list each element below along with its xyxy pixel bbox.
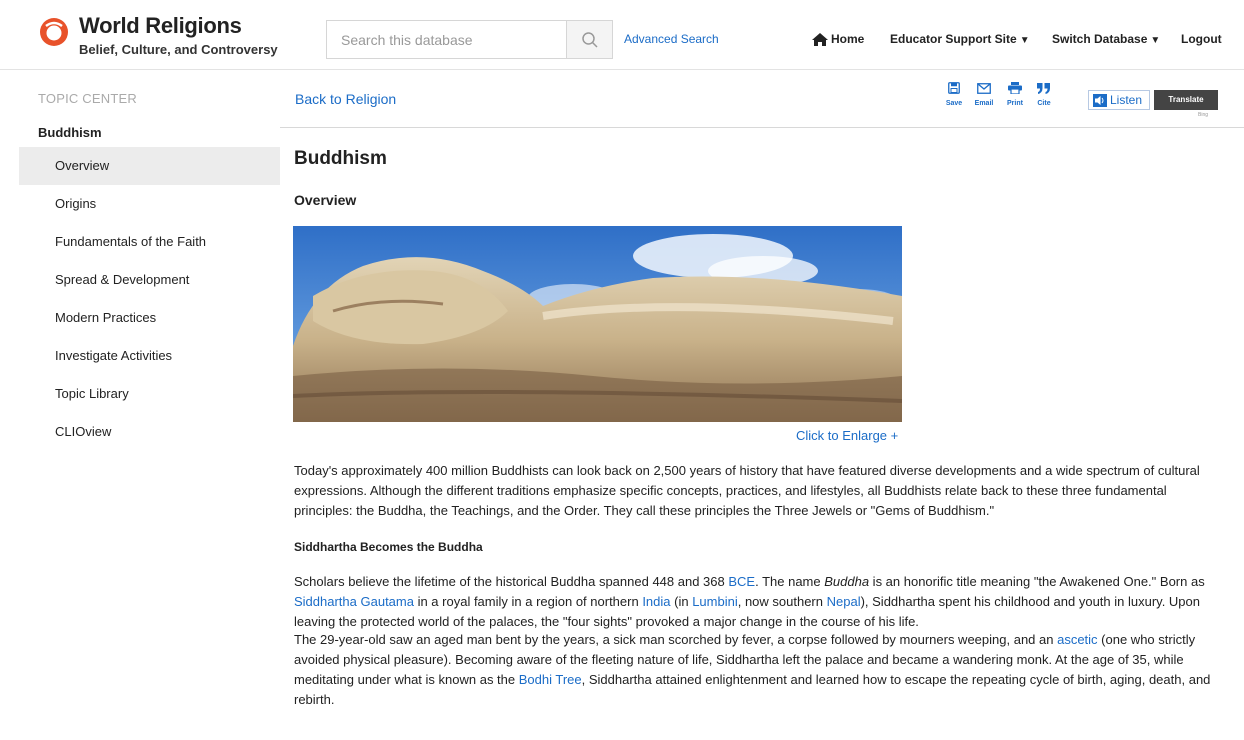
sidebar-item-overview[interactable]: Overview xyxy=(19,147,280,185)
sidebar-heading[interactable]: Buddhism xyxy=(38,125,102,140)
sidebar-item-fundamentals[interactable]: Fundamentals of the Faith xyxy=(19,223,280,261)
nav-logout-link[interactable]: Logout xyxy=(1181,32,1222,46)
siddhartha-paragraph: Scholars believe the lifetime of the his… xyxy=(294,572,1224,632)
link-siddhartha-gautama[interactable]: Siddhartha Gautama xyxy=(294,594,414,609)
link-ascetic[interactable]: ascetic xyxy=(1057,632,1097,647)
translate-button[interactable]: Translate xyxy=(1154,90,1218,110)
page-title: Buddhism xyxy=(294,148,387,169)
topic-center-label: TOPIC CENTER xyxy=(38,91,137,106)
section-title: Overview xyxy=(294,192,357,208)
caret-down-icon: ▼ xyxy=(1019,35,1030,46)
buddha-emphasis: Buddha xyxy=(824,574,870,589)
sidebar-item-spread-development[interactable]: Spread & Development xyxy=(19,261,280,299)
sidebar-item-modern-practices[interactable]: Modern Practices xyxy=(19,299,280,337)
article-toolbar: Back to Religion Save Email Print Cite L… xyxy=(280,70,1244,128)
back-to-religion-link[interactable]: Back to Religion xyxy=(295,91,396,107)
sidebar-item-clioview[interactable]: CLIOview xyxy=(19,413,280,451)
email-button[interactable]: Email xyxy=(971,81,997,107)
nav-home-link[interactable]: Home xyxy=(812,32,864,46)
home-icon xyxy=(812,32,828,46)
topic-sidebar: TOPIC CENTER Buddhism Overview Origins F… xyxy=(0,70,280,740)
text-span: . The name xyxy=(755,574,825,589)
abc-clio-logo-icon[interactable] xyxy=(38,16,70,48)
email-label: Email xyxy=(974,100,994,107)
print-button[interactable]: Print xyxy=(1002,81,1028,107)
nav-educator-support-dropdown[interactable]: Educator Support Site ▼ xyxy=(890,32,1030,46)
text-span: Scholars believe the lifetime of the his… xyxy=(294,574,729,589)
save-label: Save xyxy=(945,100,963,107)
nav-home-label: Home xyxy=(831,32,865,46)
nav-switch-label: Switch Database xyxy=(1052,32,1148,46)
sidebar-item-topic-library[interactable]: Topic Library xyxy=(19,375,280,413)
save-button[interactable]: Save xyxy=(941,81,967,107)
text-span: , now southern xyxy=(737,594,827,609)
text-span: is an honorific title meaning "the Awake… xyxy=(869,574,1205,589)
link-nepal[interactable]: Nepal xyxy=(827,594,861,609)
text-span: The 29-year-old saw an aged man bent by … xyxy=(294,632,1058,647)
click-to-enlarge-link[interactable]: Click to Enlarge + xyxy=(796,428,898,443)
print-label: Print xyxy=(1007,100,1023,107)
advanced-search-link[interactable]: Advanced Search xyxy=(624,32,719,46)
sidebar-item-origins[interactable]: Origins xyxy=(19,185,280,223)
search-icon xyxy=(581,31,598,48)
text-span: in a royal family in a region of norther… xyxy=(413,594,643,609)
quote-icon xyxy=(1037,83,1050,94)
search-button[interactable] xyxy=(566,20,613,59)
text-span: (in xyxy=(670,594,693,609)
reclining-buddha-image xyxy=(293,226,902,422)
four-sights-paragraph: The 29-year-old saw an aged man bent by … xyxy=(294,630,1224,710)
listen-button[interactable]: Listen xyxy=(1088,90,1150,110)
link-lumbini[interactable]: Lumbini xyxy=(692,594,738,609)
listen-label: Listen xyxy=(1110,93,1143,107)
brand-subtitle: Belief, Culture, and Controversy xyxy=(79,42,278,57)
save-icon xyxy=(948,82,960,94)
search-input[interactable]: Search this database xyxy=(326,20,566,59)
sidebar-nav: Overview Origins Fundamentals of the Fai… xyxy=(19,147,280,451)
caret-down-icon: ▼ xyxy=(1150,35,1161,46)
intro-paragraph: Today's approximately 400 million Buddhi… xyxy=(294,463,1200,518)
brand-title[interactable]: World Religions xyxy=(79,13,242,39)
nav-switch-database-dropdown[interactable]: Switch Database ▼ xyxy=(1052,32,1160,46)
bing-attribution: Bing xyxy=(1198,112,1209,118)
hero-image-reclining-buddha[interactable] xyxy=(293,226,902,422)
nav-educator-label: Educator Support Site xyxy=(890,32,1017,46)
cite-label: Cite xyxy=(1037,100,1051,107)
link-bodhi-tree[interactable]: Bodhi Tree xyxy=(519,672,582,687)
subsection-heading: Siddhartha Becomes the Buddha xyxy=(294,540,483,554)
link-bce[interactable]: BCE xyxy=(728,574,755,589)
top-header: World Religions Belief, Culture, and Con… xyxy=(0,0,1244,70)
print-icon xyxy=(1008,82,1022,95)
link-india[interactable]: India xyxy=(642,594,670,609)
email-icon xyxy=(977,83,991,94)
sidebar-item-investigate-activities[interactable]: Investigate Activities xyxy=(19,337,280,375)
cite-button[interactable]: Cite xyxy=(1031,81,1057,107)
speaker-icon xyxy=(1093,93,1107,107)
